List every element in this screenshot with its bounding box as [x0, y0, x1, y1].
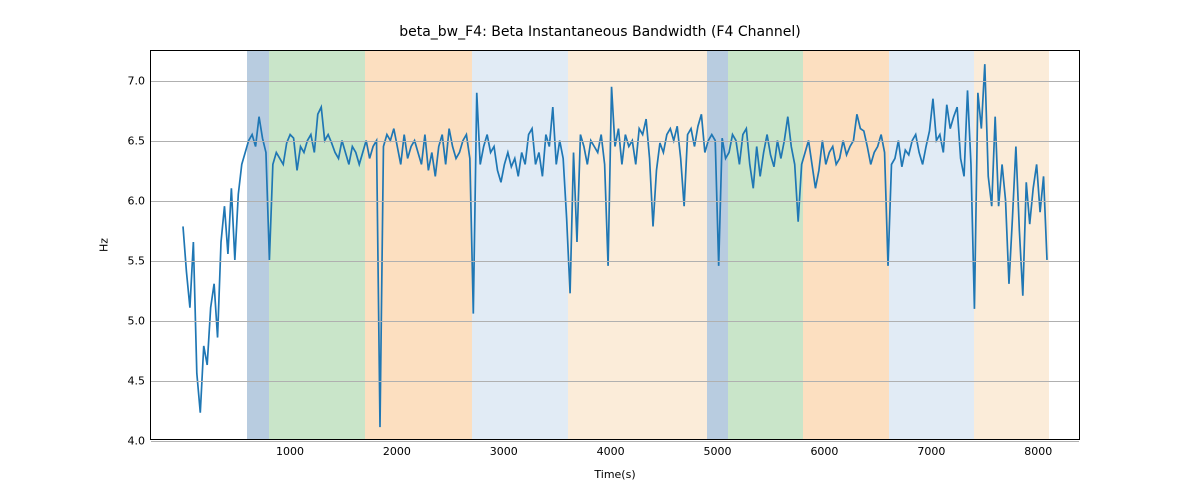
x-tick-label: 2000	[383, 439, 411, 458]
x-axis-label: Time(s)	[594, 468, 635, 481]
x-tick-label: 5000	[704, 439, 732, 458]
gridline	[151, 321, 1079, 322]
figure: beta_bw_F4: Beta Instantaneous Bandwidth…	[0, 0, 1200, 500]
gridline	[151, 381, 1079, 382]
y-tick-label: 6.0	[128, 195, 152, 208]
y-tick-label: 4.5	[128, 375, 152, 388]
x-tick-label: 3000	[490, 439, 518, 458]
x-tick-label: 4000	[597, 439, 625, 458]
y-tick-label: 5.0	[128, 315, 152, 328]
series-path	[183, 64, 1047, 427]
y-tick-label: 7.0	[128, 75, 152, 88]
axes: 4.04.55.05.56.06.57.01000200030004000500…	[150, 50, 1080, 440]
gridline	[151, 261, 1079, 262]
y-tick-label: 6.5	[128, 135, 152, 148]
y-axis-label: Hz	[98, 238, 111, 252]
gridline	[151, 141, 1079, 142]
gridline	[151, 201, 1079, 202]
chart-title: beta_bw_F4: Beta Instantaneous Bandwidth…	[0, 24, 1200, 40]
x-tick-label: 1000	[276, 439, 304, 458]
y-tick-label: 5.5	[128, 255, 152, 268]
gridline	[151, 81, 1079, 82]
x-tick-label: 6000	[810, 439, 838, 458]
x-tick-label: 7000	[917, 439, 945, 458]
y-tick-label: 4.0	[128, 435, 152, 448]
x-tick-label: 8000	[1024, 439, 1052, 458]
